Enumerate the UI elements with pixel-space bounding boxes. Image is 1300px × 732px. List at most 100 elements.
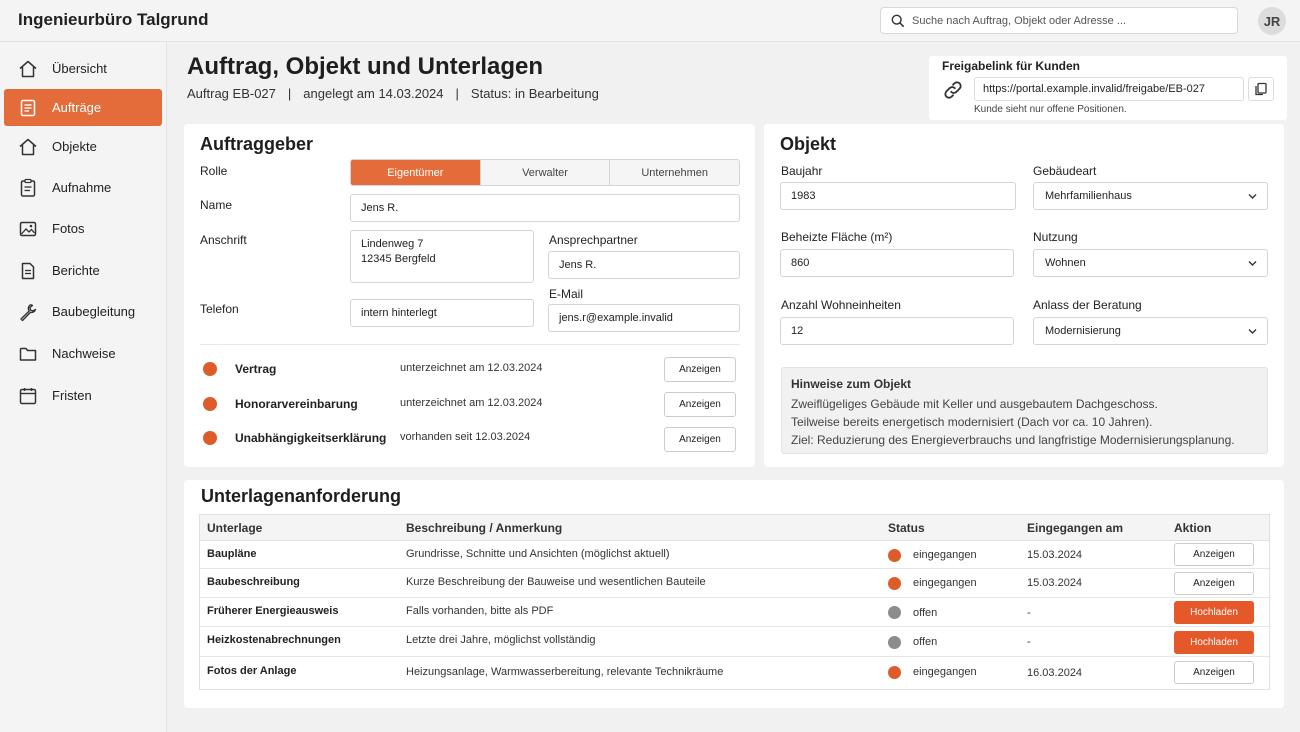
view-button[interactable]: Anzeigen <box>1174 543 1254 566</box>
sidebar-item-fotos[interactable]: Fotos <box>4 210 162 247</box>
clipboard-icon <box>20 99 36 116</box>
table-row: Heizkostenabrechnungen Letzte drei Jahre… <box>200 627 1269 657</box>
reason-label: Anlass der Beratung <box>1033 298 1142 312</box>
sidebar-item-auftraege[interactable]: Aufträge <box>4 89 162 126</box>
cell-date: 16.03.2024 <box>1027 667 1083 679</box>
client-title: Auftraggeber <box>200 134 314 154</box>
column-header: Eingegangen am <box>1027 521 1124 535</box>
name-field[interactable]: Jens R. <box>350 194 740 222</box>
app-title: Ingenieurbüro Talgrund <box>18 10 209 29</box>
share-link-input[interactable] <box>974 77 1244 101</box>
sidebar-item-nachweise[interactable]: Nachweise <box>4 335 162 372</box>
status-dot <box>888 666 901 679</box>
phone-field[interactable]: intern hinterlegt <box>350 299 534 327</box>
cell-status: eingegangen <box>913 577 977 589</box>
sidebar-item-berichte[interactable]: Berichte <box>4 252 162 289</box>
building-type-value: Mehrfamilienhaus <box>1045 190 1132 202</box>
notes-line: Ziel: Reduzierung des Energieverbrauchs … <box>791 433 1235 447</box>
role-option-eigentuemer[interactable]: Eigentümer <box>351 160 481 185</box>
sidebar-item-fristen[interactable]: Fristen <box>4 377 162 414</box>
search-input[interactable] <box>912 14 1222 27</box>
view-button[interactable]: Anzeigen <box>1174 572 1254 595</box>
usage-value: Wohnen <box>1045 257 1086 269</box>
notes-line: Teilweise bereits energetisch modernisie… <box>791 415 1153 429</box>
sidebar-item-label: Fristen <box>52 388 92 403</box>
notes-line: Zweiflügeliges Gebäude mit Keller und au… <box>791 397 1158 411</box>
object-card: Objekt Baujahr 1983 Gebäudeart Mehrfamil… <box>764 124 1284 467</box>
view-button[interactable]: Anzeigen <box>1174 661 1254 684</box>
search-icon <box>891 14 905 27</box>
address-field[interactable] <box>350 230 534 283</box>
link-icon <box>944 81 962 99</box>
order-number: Auftrag EB-027 <box>187 86 276 101</box>
created-date: angelegt am 14.03.2024 <box>303 86 444 101</box>
sidebar-item-objekte[interactable]: Objekte <box>4 128 162 165</box>
separator: | <box>287 86 292 101</box>
cell-date: 15.03.2024 <box>1027 577 1083 589</box>
document-status: unterzeichnet am 12.03.2024 <box>400 362 543 374</box>
order-meta: Auftrag EB-027 | angelegt am 14.03.2024 … <box>187 86 599 101</box>
cell-document: Fotos der Anlage <box>207 665 297 677</box>
role-option-verwalter[interactable]: Verwalter <box>480 160 611 185</box>
document-name: Vertrag <box>235 362 277 376</box>
status-dot <box>888 606 901 619</box>
table-row: Fotos der Anlage Heizungsanlage, Warmwas… <box>200 657 1269 689</box>
document-status: unterzeichnet am 12.03.2024 <box>400 397 543 409</box>
document-name: Unabhängigkeitserklärung <box>235 431 387 445</box>
building-type-label: Gebäudeart <box>1033 164 1097 178</box>
avatar[interactable]: JR <box>1258 7 1286 35</box>
cell-description: Letzte drei Jahre, möglichst vollständig <box>406 634 596 646</box>
role-label: Rolle <box>200 164 228 178</box>
search-box[interactable] <box>880 7 1238 34</box>
cell-date: 15.03.2024 <box>1027 549 1083 561</box>
sidebar-item-label: Aufnahme <box>52 180 112 195</box>
role-option-unternehmen[interactable]: Unternehmen <box>610 160 739 185</box>
document-status: vorhanden seit 12.03.2024 <box>400 431 531 443</box>
units-field[interactable]: 12 <box>780 317 1014 345</box>
status-dot <box>888 577 901 590</box>
sidebar-item-aufnahme[interactable]: Aufnahme <box>4 169 162 206</box>
building-type-select[interactable]: Mehrfamilienhaus <box>1033 182 1268 210</box>
usage-label: Nutzung <box>1033 230 1078 244</box>
sidebar-item-uebersicht[interactable]: Übersicht <box>4 50 162 87</box>
object-notes: Hinweise zum Objekt Zweiflügeliges Gebäu… <box>781 367 1268 454</box>
area-field[interactable]: 860 <box>780 249 1014 277</box>
building-icon <box>19 138 37 155</box>
cell-document: Baupläne <box>207 548 257 560</box>
notes-title: Hinweise zum Objekt <box>791 377 912 391</box>
reason-value: Modernisierung <box>1045 325 1121 337</box>
clipboard-check-icon <box>20 178 36 197</box>
view-button[interactable]: Anzeigen <box>664 392 736 417</box>
upload-button[interactable]: Hochladen <box>1174 631 1254 654</box>
year-field[interactable]: 1983 <box>780 182 1016 210</box>
contact-field[interactable]: Jens R. <box>548 251 740 279</box>
view-button[interactable]: Anzeigen <box>664 357 736 382</box>
column-header: Unterlage <box>207 521 263 535</box>
email-field[interactable]: jens.r@example.invalid <box>548 304 740 332</box>
requests-table: Unterlage Beschreibung / Anmerkung Statu… <box>199 514 1270 690</box>
copy-button[interactable] <box>1248 77 1274 101</box>
share-link-panel: Freigabelink für Kunden Kunde sieht nur … <box>929 56 1287 120</box>
status-dot <box>203 362 217 376</box>
upload-button[interactable]: Hochladen <box>1174 601 1254 624</box>
sidebar-item-baubegleitung[interactable]: Baubegleitung <box>4 293 162 330</box>
document-row: Unabhängigkeitserklärung vorhanden seit … <box>184 425 756 452</box>
table-row: Baupläne Grundrisse, Schnitte und Ansich… <box>200 541 1269 569</box>
sidebar-item-label: Fotos <box>52 221 85 236</box>
cell-status: offen <box>913 636 938 648</box>
table-row: Früherer Energieausweis Falls vorhanden,… <box>200 598 1269 627</box>
view-button[interactable]: Anzeigen <box>664 427 736 452</box>
reason-select[interactable]: Modernisierung <box>1033 317 1268 345</box>
usage-select[interactable]: Wohnen <box>1033 249 1268 277</box>
column-header: Aktion <box>1174 521 1212 535</box>
document-icon <box>21 262 35 279</box>
cell-status: offen <box>913 607 938 619</box>
object-title: Objekt <box>780 134 837 154</box>
cell-document: Heizkostenabrechnungen <box>207 634 341 646</box>
sidebar-item-label: Baubegleitung <box>52 304 136 319</box>
home-icon <box>19 60 37 77</box>
share-hint: Kunde sieht nur offene Positionen. <box>974 104 1127 115</box>
role-selector: Eigentümer Verwalter Unternehmen <box>350 159 740 186</box>
sidebar-item-label: Aufträge <box>52 100 102 115</box>
requests-card: Unterlagenanforderung Unterlage Beschrei… <box>184 480 1284 708</box>
